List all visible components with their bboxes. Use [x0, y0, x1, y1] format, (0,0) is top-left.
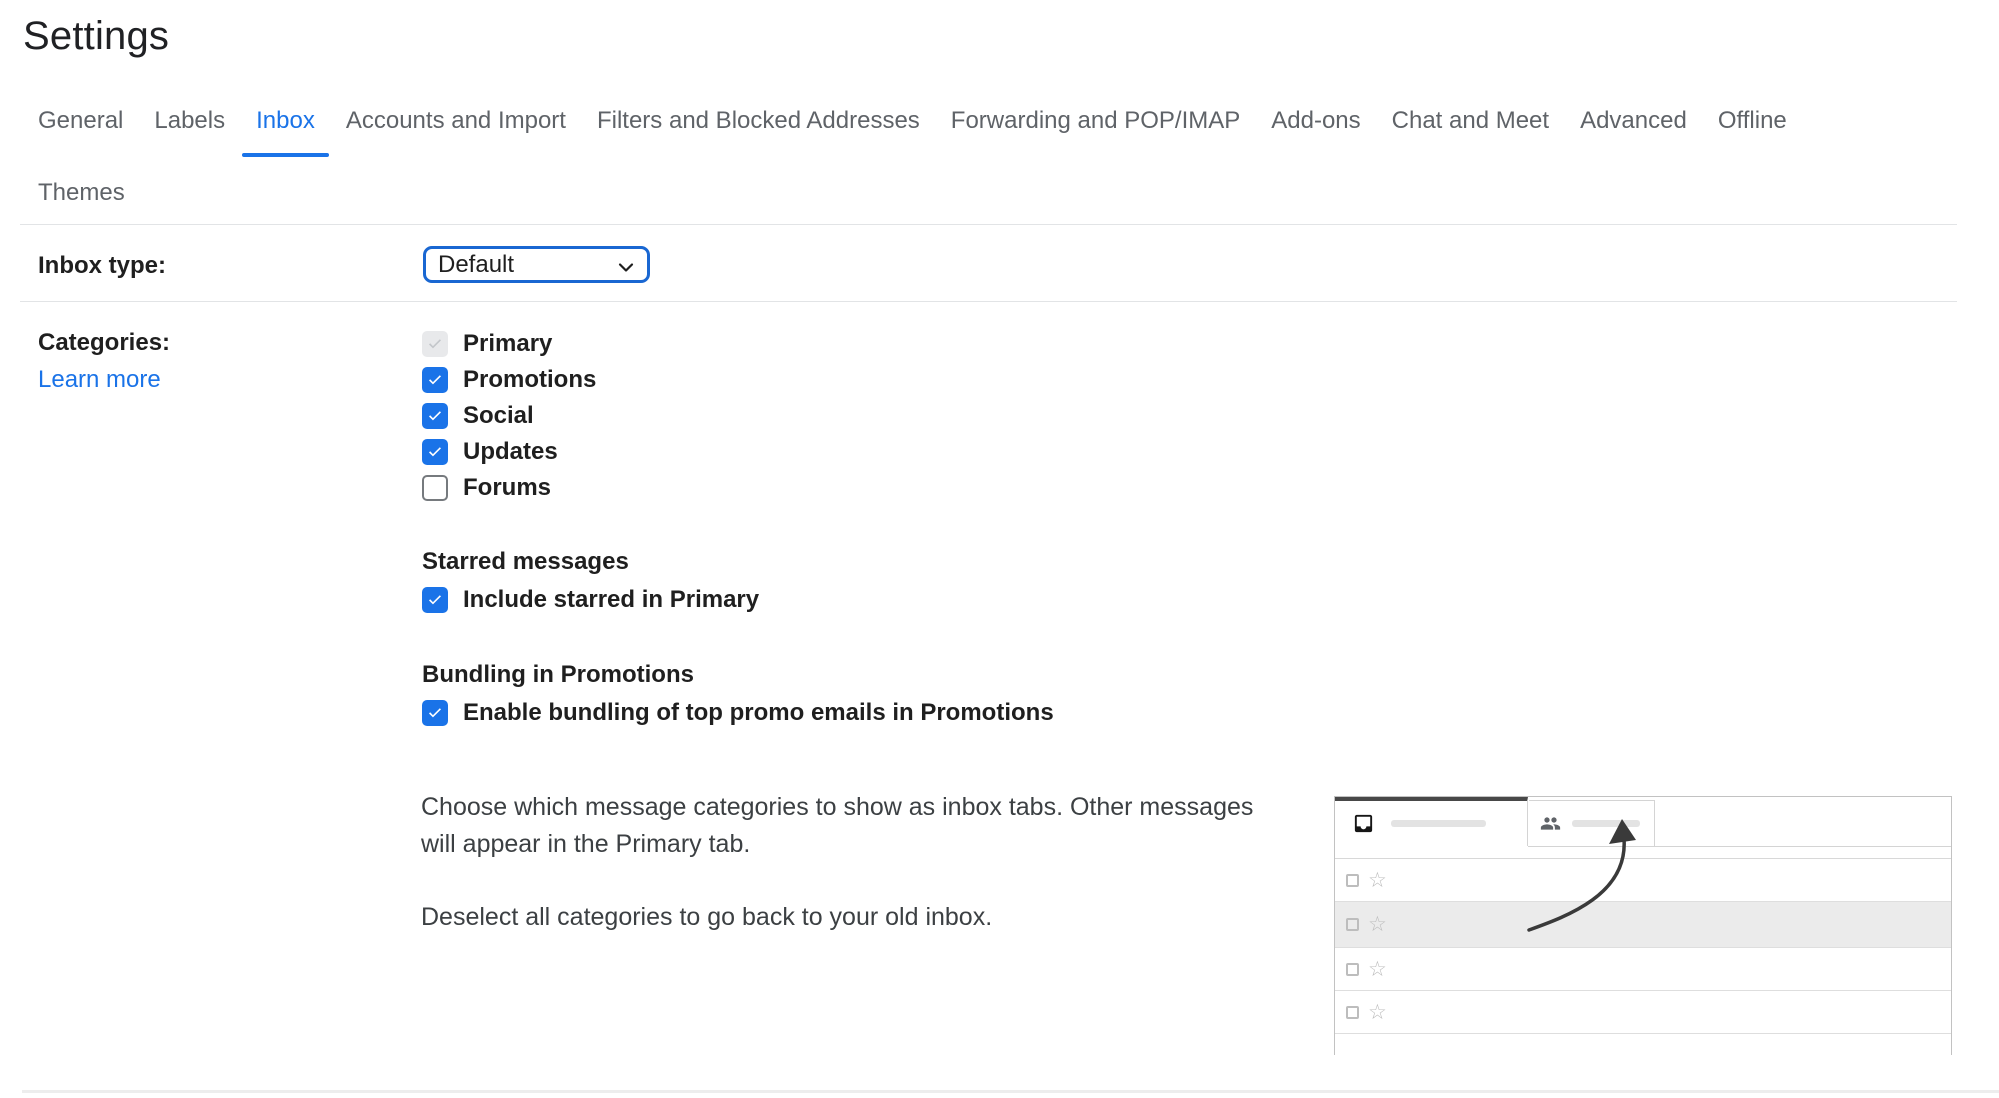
illustration-email-row: ☆ — [1335, 991, 1951, 1034]
checkbox-outline-icon — [1346, 874, 1359, 887]
illustration-email-row: ☆ — [1335, 859, 1951, 902]
tab-forwarding-and-pop-imap[interactable]: Forwarding and POP/IMAP — [951, 106, 1240, 136]
category-label-social: Social — [463, 402, 534, 430]
category-row-social: Social — [422, 403, 596, 429]
enable-bundling-label: Enable bundling of top promo emails in P… — [463, 699, 1054, 727]
deselect-description: Deselect all categories to go back to yo… — [421, 899, 992, 936]
tab-strip-line — [1528, 846, 1951, 847]
description-line-2: will appear in the Primary tab. — [421, 826, 1253, 863]
illustration-social-tab — [1529, 800, 1655, 846]
tab-chat-and-meet[interactable]: Chat and Meet — [1392, 106, 1549, 136]
illustration-empty-row — [1335, 1034, 1951, 1055]
description-line-1: Choose which message categories to show … — [421, 789, 1253, 826]
people-icon — [1540, 813, 1561, 834]
checkbox-outline-icon — [1346, 963, 1359, 976]
learn-more-link[interactable]: Learn more — [38, 366, 161, 394]
illustration-email-row-highlighted: ☆ — [1335, 902, 1951, 948]
tab-themes[interactable]: Themes — [38, 178, 125, 208]
settings-tab-bar: General Labels Inbox Accounts and Import… — [38, 106, 1787, 136]
page-title: Settings — [23, 14, 169, 59]
category-label-promotions: Promotions — [463, 366, 596, 394]
settings-tab-bar-row2: Themes — [38, 178, 125, 208]
tab-accounts-and-import[interactable]: Accounts and Import — [346, 106, 566, 136]
inbox-type-label: Inbox type: — [38, 252, 166, 280]
forums-checkbox[interactable] — [422, 475, 448, 501]
tab-label-placeholder — [1572, 820, 1640, 827]
star-icon: ☆ — [1368, 918, 1387, 931]
tab-offline[interactable]: Offline — [1718, 106, 1787, 136]
illustration-email-row: ☆ — [1335, 948, 1951, 991]
updates-checkbox[interactable] — [422, 439, 448, 465]
chevron-down-icon — [614, 255, 638, 286]
illustration-inbox-tab — [1335, 797, 1528, 846]
category-row-primary: Primary — [422, 331, 596, 357]
checkbox-outline-icon — [1346, 1006, 1359, 1019]
star-icon: ☆ — [1368, 874, 1387, 887]
category-label-updates: Updates — [463, 438, 558, 466]
illustration-email-list: ☆ ☆ ☆ ☆ — [1335, 858, 1951, 1055]
categories-label: Categories: — [38, 329, 170, 357]
star-icon: ☆ — [1368, 1006, 1387, 1019]
bottom-divider — [22, 1090, 1999, 1093]
primary-checkbox — [422, 331, 448, 357]
starred-messages-heading: Starred messages — [422, 548, 629, 576]
tab-labels[interactable]: Labels — [154, 106, 225, 136]
enable-bundling-checkbox[interactable] — [422, 700, 448, 726]
description-line-3: Deselect all categories to go back to yo… — [421, 899, 992, 936]
divider-below-tabs — [20, 224, 1957, 225]
promotions-checkbox[interactable] — [422, 367, 448, 393]
divider-below-inbox-type — [20, 301, 1957, 302]
social-checkbox[interactable] — [422, 403, 448, 429]
tab-add-ons[interactable]: Add-ons — [1271, 106, 1360, 136]
categories-checkbox-list: Primary Promotions Social Updates Forums — [422, 331, 596, 501]
include-starred-label: Include starred in Primary — [463, 586, 759, 614]
inbox-type-select[interactable]: Default — [423, 246, 650, 283]
inbox-tabs-illustration: ☆ ☆ ☆ ☆ — [1334, 796, 1952, 1055]
category-row-forums: Forums — [422, 475, 596, 501]
categories-description: Choose which message categories to show … — [421, 789, 1253, 863]
tab-label-placeholder — [1391, 820, 1486, 827]
enable-bundling-row: Enable bundling of top promo emails in P… — [422, 700, 1054, 726]
bundling-heading: Bundling in Promotions — [422, 661, 694, 689]
tab-advanced[interactable]: Advanced — [1580, 106, 1687, 136]
category-row-promotions: Promotions — [422, 367, 596, 393]
inbox-icon — [1352, 812, 1375, 835]
tab-general[interactable]: General — [38, 106, 123, 136]
gmail-settings-page: Settings General Labels Inbox Accounts a… — [0, 0, 1999, 1098]
include-starred-row: Include starred in Primary — [422, 587, 759, 613]
tab-filters-and-blocked-addresses[interactable]: Filters and Blocked Addresses — [597, 106, 920, 136]
category-label-forums: Forums — [463, 474, 551, 502]
checkbox-outline-icon — [1346, 918, 1359, 931]
include-starred-checkbox[interactable] — [422, 587, 448, 613]
star-icon: ☆ — [1368, 963, 1387, 976]
tab-inbox[interactable]: Inbox — [256, 106, 315, 136]
category-label-primary: Primary — [463, 330, 552, 358]
inbox-type-selected-value: Default — [438, 251, 514, 279]
category-row-updates: Updates — [422, 439, 596, 465]
